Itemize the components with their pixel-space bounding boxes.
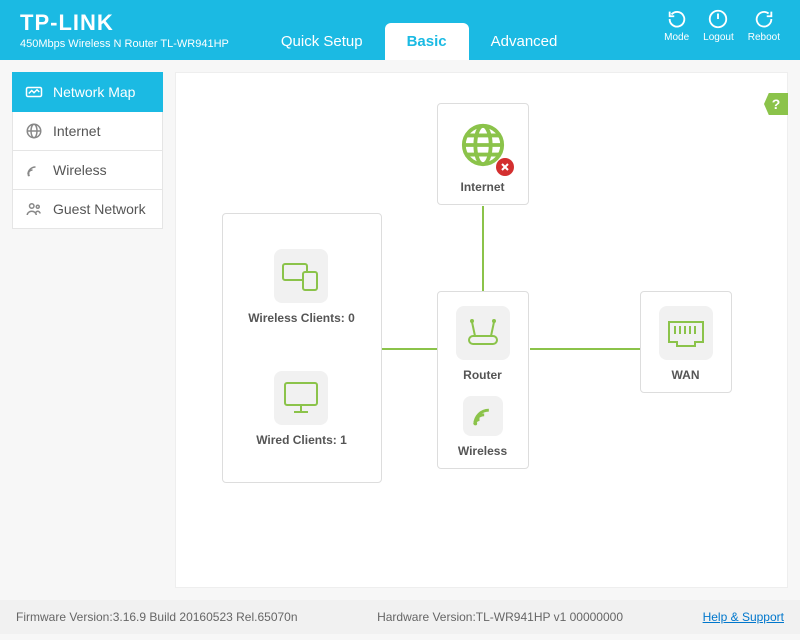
tab-quick-setup[interactable]: Quick Setup [259, 23, 385, 60]
guest-icon [25, 200, 43, 218]
clients-box: Wireless Clients: 0 Wired Clients: 1 [222, 213, 382, 483]
mode-icon [666, 8, 688, 30]
devices-icon [280, 259, 322, 293]
footer: Firmware Version:3.16.9 Build 20160523 R… [0, 600, 800, 634]
node-internet[interactable]: Internet [437, 103, 529, 205]
network-map: Internet Router [202, 93, 762, 523]
main-tabs: Quick Setup Basic Advanced [259, 0, 579, 60]
page-body: Network Map Internet Wireless Guest Netw… [0, 60, 800, 600]
sidebar-item-label: Guest Network [53, 201, 146, 217]
product-subtitle: 450Mbps Wireless N Router TL-WR941HP [20, 38, 229, 50]
connector-line [382, 348, 437, 350]
logout-icon [707, 8, 729, 30]
sidebar-item-wireless[interactable]: Wireless [12, 151, 163, 190]
node-label: Internet [456, 180, 510, 194]
reboot-icon [753, 8, 775, 30]
sidebar-item-label: Network Map [53, 84, 135, 100]
node-wireless[interactable]: Wireless [438, 392, 528, 468]
brand-logo: TP-LINK [20, 10, 229, 36]
error-icon [496, 158, 514, 176]
wired-clients[interactable]: Wired Clients: 1 [256, 371, 347, 447]
sidebar-item-label: Wireless [53, 162, 107, 178]
tab-basic[interactable]: Basic [385, 23, 469, 60]
brand-block: TP-LINK 450Mbps Wireless N Router TL-WR9… [20, 0, 229, 60]
clients-label: Wired Clients: 1 [256, 433, 347, 447]
monitor-icon [280, 379, 322, 417]
tab-advanced[interactable]: Advanced [469, 23, 580, 60]
clients-label: Wireless Clients: 0 [248, 311, 355, 325]
node-label: WAN [659, 368, 713, 382]
wifi-icon [469, 402, 497, 430]
app-header: TP-LINK 450Mbps Wireless N Router TL-WR9… [0, 0, 800, 60]
logout-button[interactable]: Logout [703, 8, 734, 43]
node-router-group: Router Wireless [437, 291, 529, 469]
reboot-button[interactable]: Reboot [748, 8, 780, 43]
header-actions: Mode Logout Reboot [664, 8, 780, 43]
mode-button[interactable]: Mode [664, 8, 689, 43]
network-map-icon [25, 83, 43, 101]
help-badge[interactable]: ? [764, 93, 788, 115]
wifi-icon [25, 161, 43, 179]
wireless-clients[interactable]: Wireless Clients: 0 [248, 249, 355, 325]
sidebar-item-network-map[interactable]: Network Map [12, 72, 163, 112]
help-support-link[interactable]: Help & Support [703, 610, 784, 624]
ethernet-port-icon [665, 316, 707, 350]
node-router[interactable]: Router [438, 292, 528, 392]
connector-line [482, 206, 484, 291]
node-wan[interactable]: WAN [640, 291, 732, 393]
firmware-version: Firmware Version:3.16.9 Build 20160523 R… [16, 610, 298, 624]
sidebar-item-label: Internet [53, 123, 100, 139]
sidebar: Network Map Internet Wireless Guest Netw… [0, 60, 175, 600]
node-label: Router [456, 368, 510, 382]
sidebar-item-internet[interactable]: Internet [12, 112, 163, 151]
router-icon [463, 316, 503, 350]
sidebar-item-guest-network[interactable]: Guest Network [12, 190, 163, 229]
node-label: Wireless [456, 444, 510, 458]
connector-line [530, 348, 640, 350]
globe-icon [25, 122, 43, 140]
hardware-version: Hardware Version:TL-WR941HP v1 00000000 [377, 610, 623, 624]
content-panel: ? [175, 72, 788, 588]
